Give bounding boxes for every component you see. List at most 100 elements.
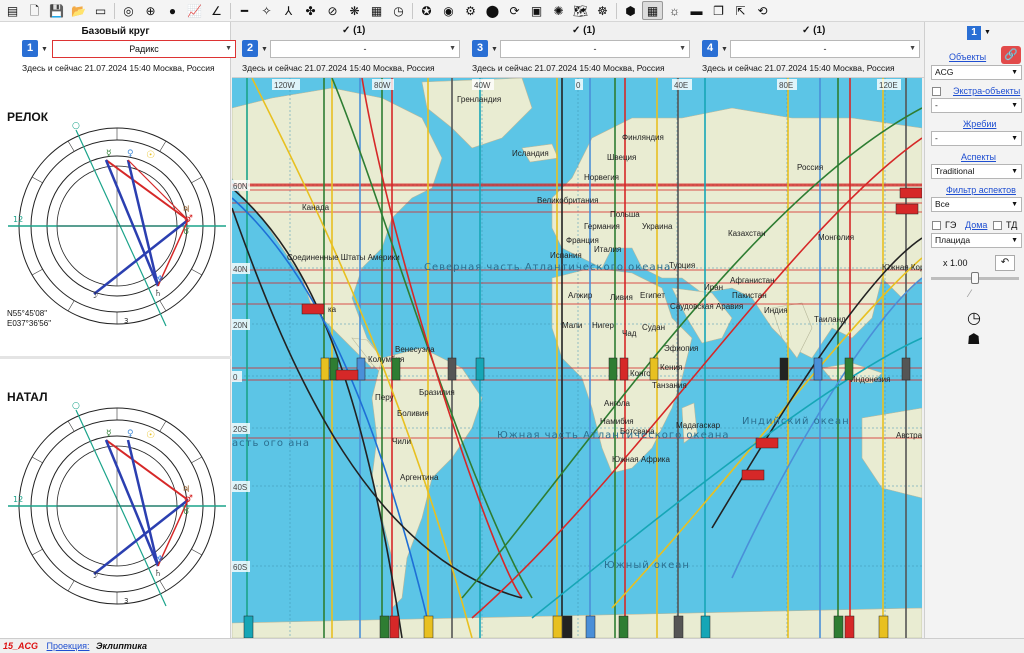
mars-parallel-marker-5[interactable]: [895, 203, 919, 215]
wheel-icon[interactable]: ◎: [118, 1, 139, 20]
sun-mc-marker[interactable]: [423, 615, 434, 638]
save-icon[interactable]: 💾: [46, 1, 67, 20]
slot-4-arrow-icon[interactable]: ▼: [721, 46, 728, 53]
mars-parallel-marker-3[interactable]: [741, 469, 765, 481]
venus-asc-marker[interactable]: [813, 357, 823, 381]
db-icon[interactable]: ▤: [2, 1, 23, 20]
astrologer-icon[interactable]: ✪: [416, 1, 437, 20]
print-icon[interactable]: ▭: [90, 1, 111, 20]
aspects-select[interactable]: Traditional ▼: [931, 164, 1022, 179]
angle-icon[interactable]: ⁄: [969, 288, 971, 300]
sun-mc-marker-2[interactable]: [878, 615, 889, 638]
settings-icon[interactable]: ☸: [592, 1, 613, 20]
slot-2-checkbox[interactable]: ✓ (1): [342, 25, 365, 36]
record-icon[interactable]: ⬤: [482, 1, 503, 20]
mars-parallel-marker-4[interactable]: [899, 187, 922, 199]
slot-3-checkbox[interactable]: ✓ (1): [572, 25, 595, 36]
axis-icon[interactable]: ⅄: [278, 1, 299, 20]
houses-select[interactable]: Плацида ▼: [931, 233, 1022, 248]
aspect-filter-link[interactable]: Фильтр аспектов: [946, 185, 1016, 195]
chevron-down-icon[interactable]: ▼: [984, 29, 991, 36]
mars-parallel-marker-2[interactable]: [755, 437, 779, 449]
mercury-asc-marker[interactable]: [844, 357, 854, 381]
td-checkbox[interactable]: [993, 221, 1002, 230]
astrologer-icon[interactable]: ☗: [967, 330, 980, 348]
slot-1-select[interactable]: Радикс ▼: [52, 40, 236, 58]
open-folder-icon[interactable]: 📂: [68, 1, 89, 20]
map-icon[interactable]: 🗺: [570, 1, 591, 20]
natal-wheel[interactable]: ☿ ♀ ☉ ♃ ♂ ♉ ♆ ♄ ☽ ○ 12 3: [6, 396, 228, 616]
slot-4-select[interactable]: - ▼: [730, 40, 920, 58]
slot-3-select[interactable]: - ▼: [500, 40, 690, 58]
eye-icon[interactable]: ◉: [438, 1, 459, 20]
panel-slot-number[interactable]: 1: [967, 26, 981, 40]
slot-2-number[interactable]: 2: [242, 40, 258, 57]
forward-icon[interactable]: ⟲: [752, 1, 773, 20]
moon-icon[interactable]: ●: [162, 1, 183, 20]
slot-4-number[interactable]: 4: [702, 40, 718, 57]
export-icon[interactable]: ⇱: [730, 1, 751, 20]
moon-asc-marker[interactable]: [779, 357, 789, 381]
globe-icon[interactable]: ⊕: [140, 1, 161, 20]
extra-objects-checkbox[interactable]: [932, 87, 941, 96]
angle-icon[interactable]: ∠: [206, 1, 227, 20]
moon-ic-marker[interactable]: [562, 615, 573, 638]
mercury-mc-marker-2[interactable]: [833, 615, 844, 638]
projection-link[interactable]: Проекция:: [47, 641, 90, 651]
mars-mc-marker-2[interactable]: [844, 615, 855, 638]
mars-dsc-marker[interactable]: [619, 357, 629, 381]
mars-mc-marker[interactable]: [389, 615, 400, 638]
calendar-icon[interactable]: ▦: [366, 1, 387, 20]
neptune-mc-marker[interactable]: [243, 615, 254, 638]
mercury-mc-marker[interactable]: [379, 615, 390, 638]
clock-icon[interactable]: ◷: [967, 308, 981, 328]
layers-icon[interactable]: ❐: [708, 1, 729, 20]
venus-ic-marker[interactable]: [585, 615, 596, 638]
saturn-ic-marker[interactable]: [673, 615, 684, 638]
neptune-ic-marker[interactable]: [700, 615, 711, 638]
target-icon[interactable]: ✺: [548, 1, 569, 20]
planets-icon[interactable]: ⬢: [620, 1, 641, 20]
camera-icon[interactable]: ▬: [686, 1, 707, 20]
gear-icon[interactable]: ⚙: [460, 1, 481, 20]
grid-icon[interactable]: ▦: [642, 1, 663, 20]
refresh-icon[interactable]: ⟳: [504, 1, 525, 20]
neptune-line-marker[interactable]: [475, 357, 485, 381]
objects-select[interactable]: ACG ▼: [931, 65, 1022, 80]
acg-world-map[interactable]: Гренландия Исландия Финляндия Швеция Нор…: [232, 78, 922, 638]
clock-icon[interactable]: ◷: [388, 1, 409, 20]
book-icon[interactable]: ▣: [526, 1, 547, 20]
compass-icon[interactable]: ⊘: [322, 1, 343, 20]
uranus-line-marker[interactable]: [391, 357, 401, 381]
slot-4-checkbox[interactable]: ✓ (1): [802, 25, 825, 36]
slot-1-number[interactable]: 1: [22, 40, 38, 57]
slot-1-arrow-icon[interactable]: ▼: [41, 46, 48, 53]
extra-objects-link[interactable]: Экстра-объекты: [953, 86, 1020, 96]
slot-2-select[interactable]: - ▼: [270, 40, 460, 58]
ruler-icon[interactable]: ━: [234, 1, 255, 20]
relok-wheel[interactable]: ☿ ♀ ☉ ♃ ♂ ♉ ♆ ♄ ☽ ○ 12 3: [6, 116, 228, 336]
saturn-line-marker[interactable]: [447, 357, 457, 381]
sparkle-icon[interactable]: ✧: [256, 1, 277, 20]
lots-select[interactable]: - ▼: [931, 131, 1022, 146]
aspects-link[interactable]: Аспекты: [961, 152, 996, 162]
sun-line-marker[interactable]: [320, 357, 330, 381]
new-icon[interactable]: 🗋: [24, 1, 45, 20]
mars-parallel-marker[interactable]: [301, 303, 325, 315]
aspect-filter-select[interactable]: Все ▼: [931, 197, 1022, 212]
ephemeris-icon[interactable]: ❋: [344, 1, 365, 20]
sun-ic-marker[interactable]: [552, 615, 563, 638]
objects-link[interactable]: Объекты: [949, 52, 986, 62]
saturn-asc-marker[interactable]: [901, 357, 911, 381]
clover-icon[interactable]: ✤: [300, 1, 321, 20]
ge-checkbox[interactable]: [932, 221, 941, 230]
slot-2-arrow-icon[interactable]: ▼: [261, 46, 268, 53]
zoom-slider-thumb[interactable]: [971, 272, 979, 284]
slot-3-arrow-icon[interactable]: ▼: [491, 46, 498, 53]
link-icon[interactable]: 🔗: [1001, 46, 1021, 64]
mercury-ic-marker[interactable]: [618, 615, 629, 638]
graph-icon[interactable]: 📈: [184, 1, 205, 20]
mercury-dsc-marker[interactable]: [608, 357, 618, 381]
sun-icon[interactable]: ☼: [664, 1, 685, 20]
slot-3-number[interactable]: 3: [472, 40, 488, 57]
